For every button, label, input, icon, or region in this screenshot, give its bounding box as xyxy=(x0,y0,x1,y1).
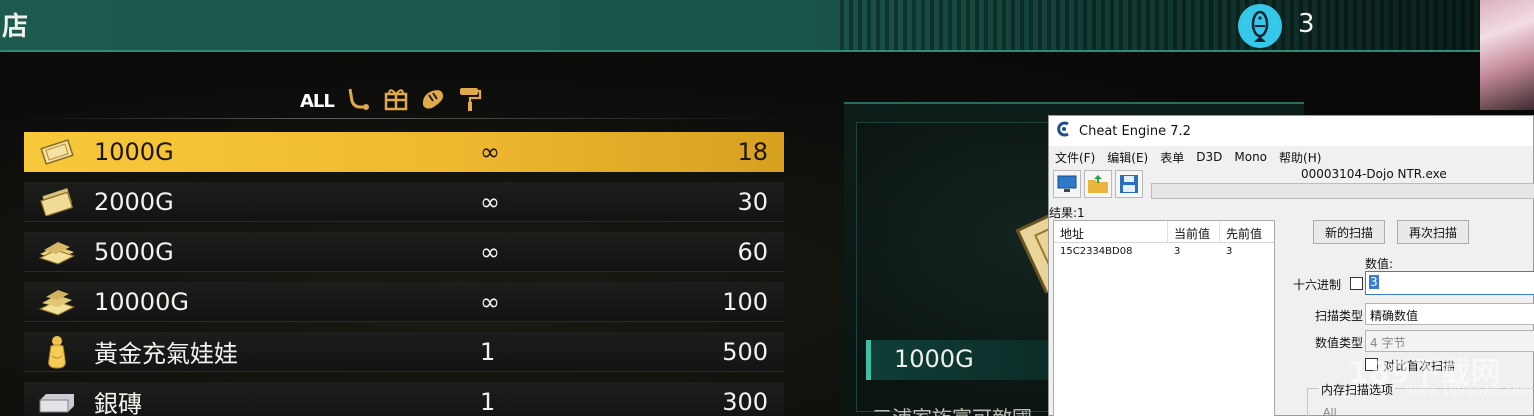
ce-col-current[interactable]: 当前值 xyxy=(1168,221,1220,242)
ce-menu-edit[interactable]: 编辑(E) xyxy=(1107,149,1148,166)
ce-results-table[interactable]: 地址 当前值 先前值 15C2334BD08 3 3 xyxy=(1053,220,1275,416)
hex-checkbox[interactable] xyxy=(1350,277,1363,290)
cheat-engine-logo-icon xyxy=(1055,121,1071,141)
character-portrait xyxy=(1480,0,1534,110)
watermark-url: www.189down.com xyxy=(1406,384,1533,399)
item-quantity: 1 xyxy=(480,337,496,366)
fishing-rod-icon[interactable] xyxy=(346,87,372,115)
folder-icon xyxy=(1088,175,1108,193)
shop-item-row[interactable]: 1000G ∞ 18 xyxy=(24,132,784,172)
ce-window-title: Cheat Engine 7.2 xyxy=(1079,123,1191,139)
ce-col-previous[interactable]: 先前值 xyxy=(1220,221,1274,242)
item-quantity: ∞ xyxy=(480,237,500,266)
scan-type-label: 扫描类型 xyxy=(1315,309,1364,323)
category-divider xyxy=(24,118,784,119)
gold-pile-icon xyxy=(24,282,90,322)
scan-type-select[interactable]: 精确数值 xyxy=(1365,303,1534,325)
shop-item-row[interactable]: 黃金充氣娃娃 1 500 xyxy=(24,332,784,372)
bread-icon[interactable] xyxy=(420,87,446,115)
item-name: 10000G xyxy=(94,287,189,316)
ce-menu-table[interactable]: 表单 xyxy=(1160,149,1184,166)
table-row[interactable]: 15C2334BD08 3 3 xyxy=(1054,243,1274,261)
open-file-button[interactable] xyxy=(1084,170,1112,198)
item-quantity: ∞ xyxy=(480,138,500,166)
ce-menu-help[interactable]: 帮助(H) xyxy=(1279,149,1321,166)
shop-item-row[interactable]: 5000G ∞ 60 xyxy=(24,232,784,272)
ce-scan-progress-bar xyxy=(1151,183,1534,199)
ce-titlebar[interactable]: Cheat Engine 7.2 xyxy=(1049,116,1533,146)
value-label: 数值: xyxy=(1365,257,1394,271)
item-price: 18 xyxy=(737,138,768,166)
category-tabs: ALL xyxy=(300,86,482,116)
floppy-disk-icon xyxy=(1120,175,1138,193)
new-scan-button[interactable]: 新的扫描 xyxy=(1313,220,1385,244)
item-name: 1000G xyxy=(94,138,174,166)
item-price: 30 xyxy=(737,187,768,216)
top-bar-pattern xyxy=(840,0,1480,50)
open-process-button[interactable] xyxy=(1053,170,1081,198)
item-quantity: 1 xyxy=(480,387,496,416)
gold-bill-icon xyxy=(24,132,90,172)
item-name: 2000G xyxy=(94,187,174,216)
silver-brick-icon xyxy=(24,382,90,416)
ce-table-header: 地址 当前值 先前值 xyxy=(1054,221,1274,243)
hex-label: 十六进制 xyxy=(1293,278,1342,292)
scan-value-text: 3 xyxy=(1369,275,1379,289)
golden-doll-icon xyxy=(24,332,90,372)
gold-bill-icon xyxy=(24,182,90,222)
shop-item-row[interactable]: 10000G ∞ 100 xyxy=(24,282,784,322)
scan-value-input[interactable]: 3 xyxy=(1365,271,1534,295)
item-name: 銀磚 xyxy=(94,390,142,416)
ce-previous-cell: 3 xyxy=(1226,246,1233,257)
ce-address-cell: 15C2334BD08 xyxy=(1060,246,1133,257)
ce-menubar: 文件(F) 编辑(E) 表单 D3D Mono 帮助(H) xyxy=(1049,146,1533,168)
screenshot-root: 店 3 ALL 1000G ∞ 18 2000G ∞ 30 5000G ∞ 60… xyxy=(0,0,1534,416)
ce-col-address[interactable]: 地址 xyxy=(1054,221,1168,242)
currency-count: 3 xyxy=(1298,9,1315,39)
ce-current-cell: 3 xyxy=(1174,246,1181,257)
item-price: 60 xyxy=(737,237,768,266)
item-price: 300 xyxy=(722,387,768,416)
fish-currency-icon xyxy=(1238,4,1282,48)
item-quantity: ∞ xyxy=(480,187,500,216)
gold-stack-icon xyxy=(24,232,90,272)
item-name: 黃金充氣娃娃 xyxy=(94,340,238,368)
top-bar: 店 3 xyxy=(0,0,1480,52)
ce-menu-file[interactable]: 文件(F) xyxy=(1055,149,1095,166)
item-name: 5000G xyxy=(94,237,174,266)
ce-toolbar xyxy=(1053,170,1143,198)
ce-menu-d3d[interactable]: D3D xyxy=(1196,150,1222,164)
save-button[interactable] xyxy=(1115,170,1143,198)
next-scan-button[interactable]: 再次扫描 xyxy=(1397,220,1469,244)
item-price: 100 xyxy=(722,287,768,316)
ce-results-count: 结果:1 xyxy=(1049,206,1085,220)
item-price: 500 xyxy=(722,337,768,366)
category-all-tab[interactable]: ALL xyxy=(300,91,335,112)
memory-region-select[interactable]: All xyxy=(1323,406,1337,416)
shop-title: 店 xyxy=(2,12,29,42)
shop-item-row[interactable]: 銀磚 1 300 xyxy=(24,382,784,416)
ce-menu-mono[interactable]: Mono xyxy=(1234,150,1267,164)
item-quantity: ∞ xyxy=(480,287,500,316)
computer-icon xyxy=(1057,175,1077,192)
shop-item-row[interactable]: 2000G ∞ 30 xyxy=(24,182,784,222)
gift-box-icon[interactable] xyxy=(384,87,408,115)
ce-process-name: 00003104-Dojo NTR.exe xyxy=(1301,167,1447,181)
paint-roller-icon[interactable] xyxy=(458,86,482,116)
shop-item-list: 1000G ∞ 18 2000G ∞ 30 5000G ∞ 60 10000G … xyxy=(24,132,784,416)
detail-item-description: 三浦家族富可敵國 xyxy=(872,402,1032,416)
detail-item-name: 1000G xyxy=(894,345,974,373)
